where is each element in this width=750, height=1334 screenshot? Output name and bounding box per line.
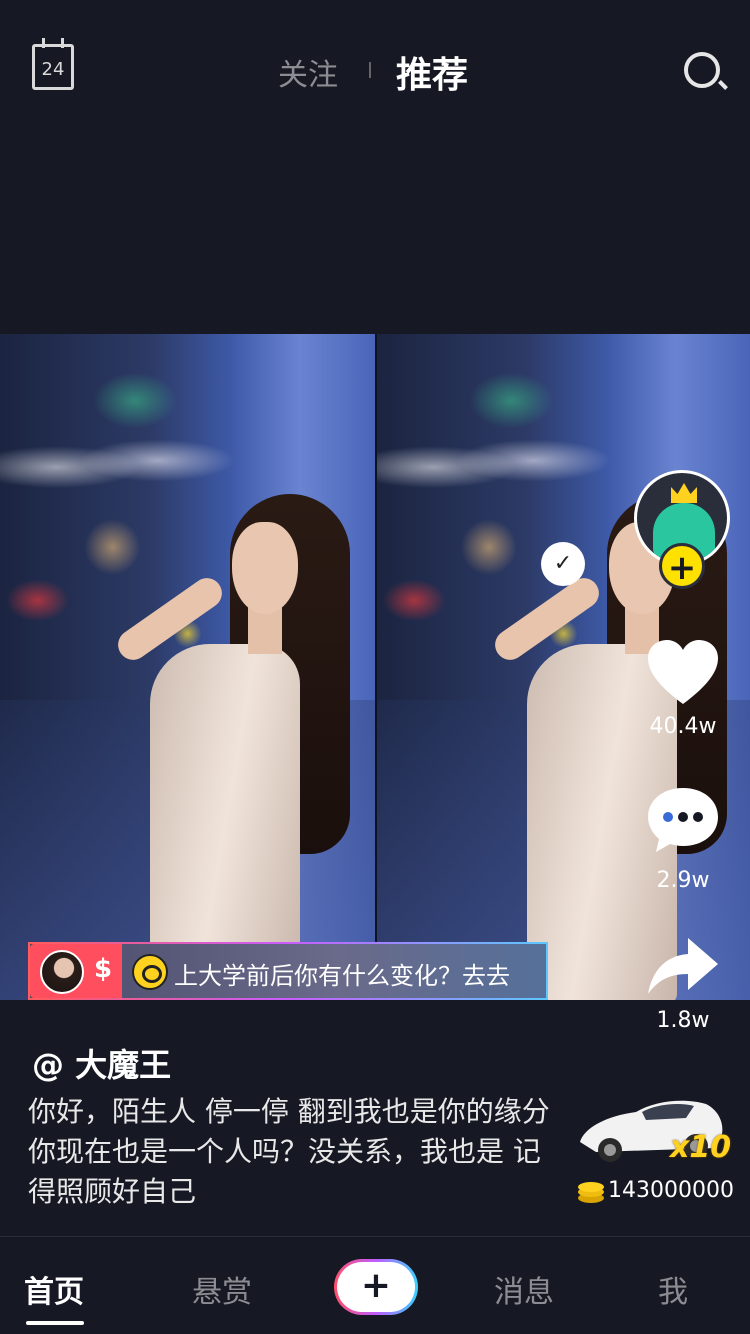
nav-active-indicator <box>26 1321 84 1325</box>
gift-multiplier: x10 <box>670 1130 732 1165</box>
follow-button[interactable]: + <box>659 543 705 589</box>
bottom-nav: 首页 悬赏 + 消息 我 <box>0 1236 750 1334</box>
video-frame-left <box>0 334 375 1000</box>
coin-icon <box>132 954 168 990</box>
comment-icon[interactable] <box>646 784 720 854</box>
search-icon[interactable] <box>684 52 720 88</box>
nav-bounty[interactable]: 悬赏 <box>192 1267 252 1311</box>
video-player[interactable] <box>0 334 750 1000</box>
promo-reward-badge: $ <box>30 944 122 998</box>
author-name[interactable]: @ 大魔王 <box>32 1040 171 1086</box>
video-caption: 你好，陌生人 停一停 翻到我也是你的缘分你现在也是一个人吗？没关系，我也是 记得… <box>28 1095 550 1208</box>
share-icon[interactable] <box>646 936 720 996</box>
coin-stack-icon <box>578 1182 604 1203</box>
calendar-icon[interactable]: 24 <box>32 38 74 90</box>
promo-banner[interactable]: $ 上大学前后你有什么变化？去去 <box>28 942 548 1000</box>
top-bar: 24 关注 推荐 <box>0 0 750 140</box>
tab-recommend[interactable]: 推荐 <box>396 46 468 98</box>
heart-icon[interactable] <box>646 638 720 708</box>
calendar-day: 24 <box>41 59 65 80</box>
plus-icon: + <box>337 1262 415 1312</box>
share-count: 1.8w <box>656 1008 710 1033</box>
dollar-icon: $ <box>94 954 113 984</box>
check-icon[interactable]: ✓ <box>541 542 585 586</box>
create-button[interactable]: + <box>334 1259 418 1315</box>
nav-home[interactable]: 首页 <box>24 1267 84 1311</box>
nav-messages[interactable]: 消息 <box>494 1267 554 1311</box>
coin-count: 143000000 <box>608 1178 734 1203</box>
like-count: 40.4w <box>649 714 717 739</box>
comment-count: 2.9w <box>656 868 710 893</box>
promo-text: 上大学前后你有什么变化？去去 <box>174 962 510 990</box>
promo-avatar <box>40 950 84 994</box>
tab-follow[interactable]: 关注 <box>278 50 338 94</box>
tab-divider <box>369 62 371 78</box>
nav-me[interactable]: 我 <box>658 1267 688 1311</box>
